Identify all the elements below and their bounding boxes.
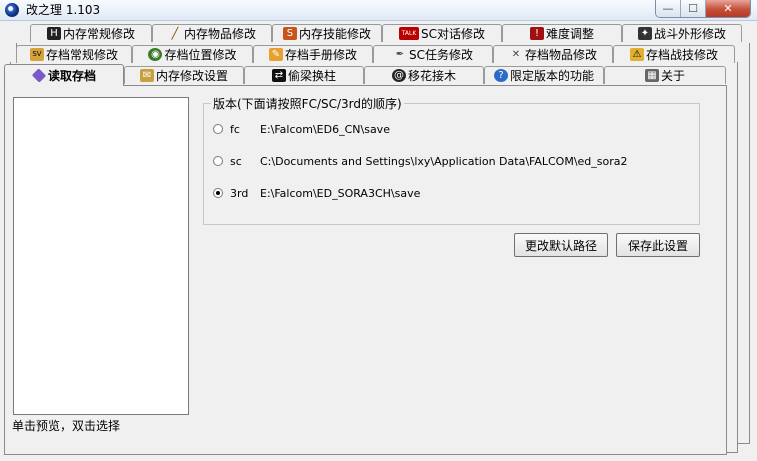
tab-swap[interactable]: ⇄ 偷梁换柱 bbox=[244, 66, 364, 84]
quill-icon: ✒ bbox=[395, 49, 405, 60]
version-label: 3rd bbox=[230, 186, 249, 200]
window-title: 改之理 1.103 bbox=[26, 3, 101, 17]
list-hint: 单击预览，双击选择 bbox=[12, 419, 121, 433]
battle-form-icon: ✦ bbox=[637, 27, 652, 40]
tab-label: SC对话修改 bbox=[421, 27, 485, 41]
help-icon: ? bbox=[493, 69, 508, 82]
save-icon: SV bbox=[29, 48, 44, 61]
tab-sc-dialog[interactable]: TALK SC对话修改 bbox=[382, 24, 502, 42]
tab-save-location[interactable]: ◉ 存档位置修改 bbox=[132, 45, 253, 63]
tab-label: SC任务修改 bbox=[409, 48, 473, 62]
version-label: sc bbox=[230, 154, 242, 168]
tab-difficulty[interactable]: ! 难度调整 bbox=[502, 24, 622, 42]
tab-label: 难度调整 bbox=[545, 27, 594, 41]
handbook-icon: ✎ bbox=[268, 48, 283, 61]
tab-label: 存档常规修改 bbox=[45, 48, 118, 62]
tab-save-battle-skills[interactable]: ⚠ 存档战技修改 bbox=[613, 45, 735, 63]
change-default-path-button[interactable]: 更改默认路径 bbox=[514, 233, 608, 257]
tab-label: 偷梁换柱 bbox=[287, 69, 336, 83]
tab-memory-settings[interactable]: ✉ 内存修改设置 bbox=[124, 66, 244, 84]
version-label: fc bbox=[230, 122, 240, 136]
tab-save-general[interactable]: SV 存档常规修改 bbox=[16, 45, 132, 63]
swap-icon: ⇄ bbox=[271, 69, 286, 82]
settings-icon: ✉ bbox=[139, 69, 154, 82]
tab-memory-general[interactable]: H 内存常规修改 bbox=[30, 24, 152, 42]
tab-label: 读取存档 bbox=[47, 69, 96, 83]
about-icon: ▦ bbox=[644, 69, 659, 82]
graft-icon: @ bbox=[391, 69, 406, 82]
location-icon: ◉ bbox=[148, 48, 163, 61]
title-bar: 改之理 1.103 — ☐ ✕ bbox=[0, 0, 757, 21]
tab-label: 移花接木 bbox=[407, 69, 456, 83]
warning-icon: ⚠ bbox=[629, 48, 644, 61]
tab-label: 内存技能修改 bbox=[298, 27, 371, 41]
tab-graft[interactable]: @ 移花接木 bbox=[364, 66, 484, 84]
tab-about[interactable]: ▦ 关于 bbox=[604, 66, 726, 84]
version-radio-fc[interactable]: fc E:\Falcom\ED6_CN\save bbox=[213, 121, 390, 137]
tab-battle-form[interactable]: ✦ 战斗外形修改 bbox=[622, 24, 742, 42]
tab-label: 存档位置修改 bbox=[164, 48, 237, 62]
version-path: E:\Falcom\ED_SORA3CH\save bbox=[260, 186, 421, 200]
tab-label: 内存常规修改 bbox=[62, 27, 135, 41]
tab-label: 内存修改设置 bbox=[155, 69, 228, 83]
hp-icon: H bbox=[46, 27, 61, 40]
radio-button[interactable] bbox=[213, 156, 223, 166]
version-path: C:\Documents and Settings\lxy\Applicatio… bbox=[260, 154, 628, 168]
tab-load-save[interactable]: 读取存档 bbox=[4, 64, 124, 86]
talk-icon: TALK bbox=[399, 27, 419, 40]
skill-scroll-icon: S bbox=[282, 27, 297, 40]
tab-label: 关于 bbox=[660, 69, 685, 83]
crossed-swords-icon: ✕ bbox=[511, 49, 521, 60]
save-file-list[interactable] bbox=[13, 97, 189, 415]
window-controls: — ☐ ✕ bbox=[655, 0, 751, 18]
version-group-title: 版本(下面请按照FC/SC/3rd的顺序) bbox=[211, 95, 404, 112]
app-icon bbox=[5, 3, 19, 17]
difficulty-icon: ! bbox=[529, 27, 544, 40]
tab-save-items[interactable]: ✕ 存档物品修改 bbox=[493, 45, 613, 63]
version-radio-sc[interactable]: sc C:\Documents and Settings\lxy\Applica… bbox=[213, 153, 628, 169]
tab-label: 限定版本的功能 bbox=[509, 69, 594, 83]
version-path: E:\Falcom\ED6_CN\save bbox=[260, 122, 390, 136]
tab-label: 内存物品修改 bbox=[183, 27, 256, 41]
save-settings-button[interactable]: 保存此设置 bbox=[616, 233, 700, 257]
version-radio-3rd[interactable]: 3rd E:\Falcom\ED_SORA3CH\save bbox=[213, 185, 420, 201]
tab-limited-features[interactable]: ? 限定版本的功能 bbox=[484, 66, 604, 84]
close-button[interactable]: ✕ bbox=[706, 0, 750, 17]
tab-memory-skills[interactable]: S 内存技能修改 bbox=[272, 24, 382, 42]
tab-sc-quest[interactable]: ✒ SC任务修改 bbox=[373, 45, 493, 63]
minimize-button[interactable]: — bbox=[656, 0, 681, 17]
tab-memory-items[interactable]: ╱ 内存物品修改 bbox=[152, 24, 272, 42]
tab-label: 存档手册修改 bbox=[284, 48, 357, 62]
sword-icon: ╱ bbox=[171, 27, 179, 40]
load-save-panel: 单击预览，双击选择 版本(下面请按照FC/SC/3rd的顺序) fc E:\Fa… bbox=[4, 85, 727, 455]
tab-label: 存档物品修改 bbox=[524, 48, 597, 62]
radio-button[interactable] bbox=[213, 124, 223, 134]
load-icon bbox=[31, 68, 47, 83]
radio-button[interactable] bbox=[213, 188, 223, 198]
tab-label: 战斗外形修改 bbox=[653, 27, 726, 41]
maximize-button[interactable]: ☐ bbox=[681, 0, 706, 17]
tab-save-handbook[interactable]: ✎ 存档手册修改 bbox=[253, 45, 373, 63]
tab-label: 存档战技修改 bbox=[645, 48, 718, 62]
